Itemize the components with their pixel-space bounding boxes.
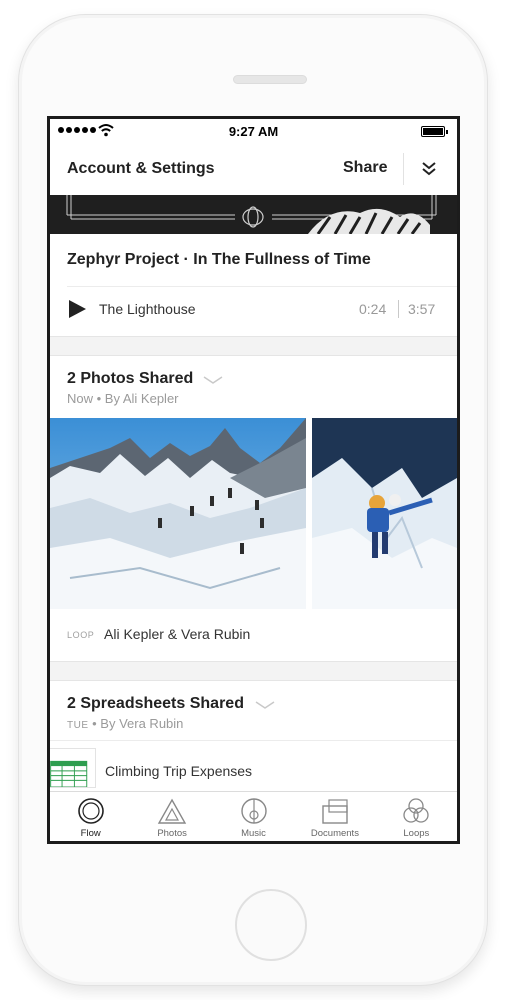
time-separator: [398, 300, 399, 318]
photos-shared-card: 2 Photos Shared Now • By Ali Kepler LOOP…: [50, 355, 457, 662]
home-button[interactable]: [235, 889, 307, 961]
tab-label: Music: [241, 828, 266, 839]
double-chevron-down-icon[interactable]: [420, 160, 438, 178]
album-art-banner: [50, 195, 457, 234]
sheets-meta-author: • By Vera Rubin: [92, 716, 184, 731]
music-card: Zephyr Project · In The Fullness of Time…: [50, 234, 457, 337]
chevron-down-icon[interactable]: [203, 375, 223, 385]
photos-card-meta: Now • By Ali Kepler: [67, 391, 179, 406]
spreadsheet-icon[interactable]: [50, 748, 96, 788]
track-duration: 3:57: [408, 301, 436, 317]
header-divider: [403, 153, 404, 185]
tab-flow[interactable]: Flow: [50, 792, 131, 841]
sheets-meta-time: TUE: [67, 720, 89, 731]
photo-ice-climber[interactable]: [312, 418, 457, 609]
album-title[interactable]: Zephyr Project · In The Fullness of Time: [67, 251, 371, 269]
tab-label: Documents: [310, 828, 359, 839]
battery-icon: [421, 126, 448, 137]
elapsed-time: 0:24: [359, 301, 387, 317]
loops-icon: [403, 798, 429, 823]
sheets-card-meta: TUE • By Vera Rubin: [67, 716, 183, 731]
music-icon: [240, 798, 267, 824]
tab-documents[interactable]: Documents: [294, 792, 375, 841]
tab-loops[interactable]: Loops: [376, 792, 457, 841]
phone-speaker: [233, 75, 307, 84]
loop-label: LOOP: [67, 630, 95, 640]
nav-header: Account & Settings Share: [50, 143, 457, 195]
status-time: 9:27 AM: [228, 124, 279, 139]
photos-icon: [157, 798, 187, 824]
documents-icon: [322, 799, 348, 824]
tab-label: Loops: [403, 828, 430, 839]
tab-music[interactable]: Music: [213, 792, 294, 841]
account-settings-link[interactable]: Account & Settings: [67, 160, 215, 178]
photos-meta-time: Now: [67, 391, 94, 406]
tab-bar: Flow Photos Music Documents Loops: [50, 791, 457, 841]
play-icon[interactable]: [67, 299, 87, 319]
tab-photos[interactable]: Photos: [131, 792, 212, 841]
tab-label: Flow: [80, 828, 101, 839]
chevron-down-icon[interactable]: [255, 700, 275, 710]
tab-label: Photos: [157, 828, 187, 839]
loop-members: Ali Kepler & Vera Rubin: [104, 626, 251, 642]
spreadsheets-shared-card: 2 Spreadsheets Shared TUE • By Vera Rubi…: [50, 680, 457, 794]
track-name: The Lighthouse: [99, 301, 196, 317]
file-name[interactable]: Climbing Trip Expenses: [105, 763, 252, 779]
loop-row[interactable]: LOOP Ali Kepler & Vera Rubin: [50, 609, 457, 663]
music-card-divider: [67, 286, 457, 287]
share-button[interactable]: Share: [343, 159, 387, 177]
photos-meta-author: • By Ali Kepler: [96, 391, 179, 406]
sheets-card-divider: [50, 740, 457, 741]
photo-mountain-climbers[interactable]: [50, 418, 306, 609]
sheets-card-title[interactable]: 2 Spreadsheets Shared: [67, 695, 244, 713]
app-screen: 9:27 AM Account & Settings Share Zephyr …: [47, 116, 460, 844]
flow-icon: [77, 798, 104, 824]
photos-card-title[interactable]: 2 Photos Shared: [67, 370, 193, 388]
status-bar: 9:27 AM: [50, 119, 457, 143]
